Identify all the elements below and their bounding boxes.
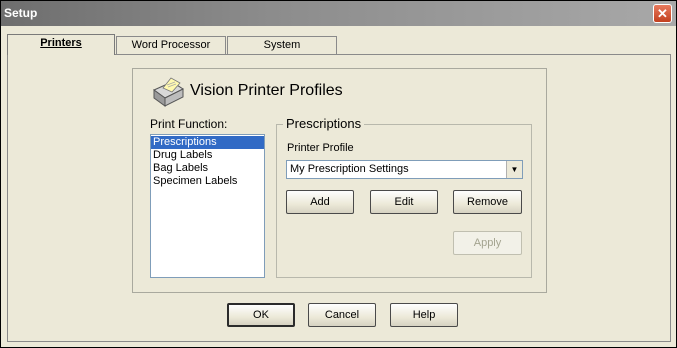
window-title: Setup xyxy=(4,6,38,20)
print-function-label: Print Function: xyxy=(150,117,228,131)
help-button[interactable]: Help xyxy=(390,303,458,327)
printer-icon xyxy=(153,77,185,107)
add-button[interactable]: Add xyxy=(286,190,354,214)
close-icon: ✕ xyxy=(657,6,668,21)
edit-button[interactable]: Edit xyxy=(370,190,438,214)
apply-button[interactable]: Apply xyxy=(453,231,522,255)
print-function-list[interactable]: Prescriptions Drug Labels Bag Labels Spe… xyxy=(150,134,265,278)
tab-label: System xyxy=(263,39,301,51)
cancel-button[interactable]: Cancel xyxy=(308,303,376,327)
list-item[interactable]: Prescriptions xyxy=(151,136,264,149)
tab-word-processor[interactable]: Word Processor xyxy=(116,36,226,54)
panel-title: Vision Printer Profiles xyxy=(190,82,343,99)
chevron-down-icon[interactable]: ▼ xyxy=(506,161,522,178)
tab-printers[interactable]: Printers xyxy=(7,34,115,55)
list-item[interactable]: Bag Labels xyxy=(151,162,264,175)
remove-button[interactable]: Remove xyxy=(453,190,522,214)
list-item[interactable]: Drug Labels xyxy=(151,149,264,162)
printers-tab-panel: Vision Printer Profiles Print Function: … xyxy=(7,54,671,342)
close-button[interactable]: ✕ xyxy=(653,4,672,23)
tab-label: Printers xyxy=(40,37,82,49)
tab-label: Word Processor xyxy=(131,39,211,51)
list-item[interactable]: Specimen Labels xyxy=(151,175,264,188)
title-bar[interactable]: Setup ✕ xyxy=(1,1,676,26)
printer-profiles-group: Vision Printer Profiles Print Function: … xyxy=(132,68,547,293)
group-legend: Prescriptions xyxy=(283,116,365,131)
prescriptions-group: Prescriptions Printer Profile My Prescri… xyxy=(276,116,532,278)
tab-system[interactable]: System xyxy=(227,36,337,54)
ok-button[interactable]: OK xyxy=(227,303,295,327)
printer-profile-select[interactable]: My Prescription Settings ▼ xyxy=(286,160,523,179)
printer-profile-label: Printer Profile xyxy=(287,142,354,154)
printer-profile-value: My Prescription Settings xyxy=(290,163,409,175)
setup-window: Setup ✕ Printers Word Processor System V… xyxy=(0,0,677,348)
